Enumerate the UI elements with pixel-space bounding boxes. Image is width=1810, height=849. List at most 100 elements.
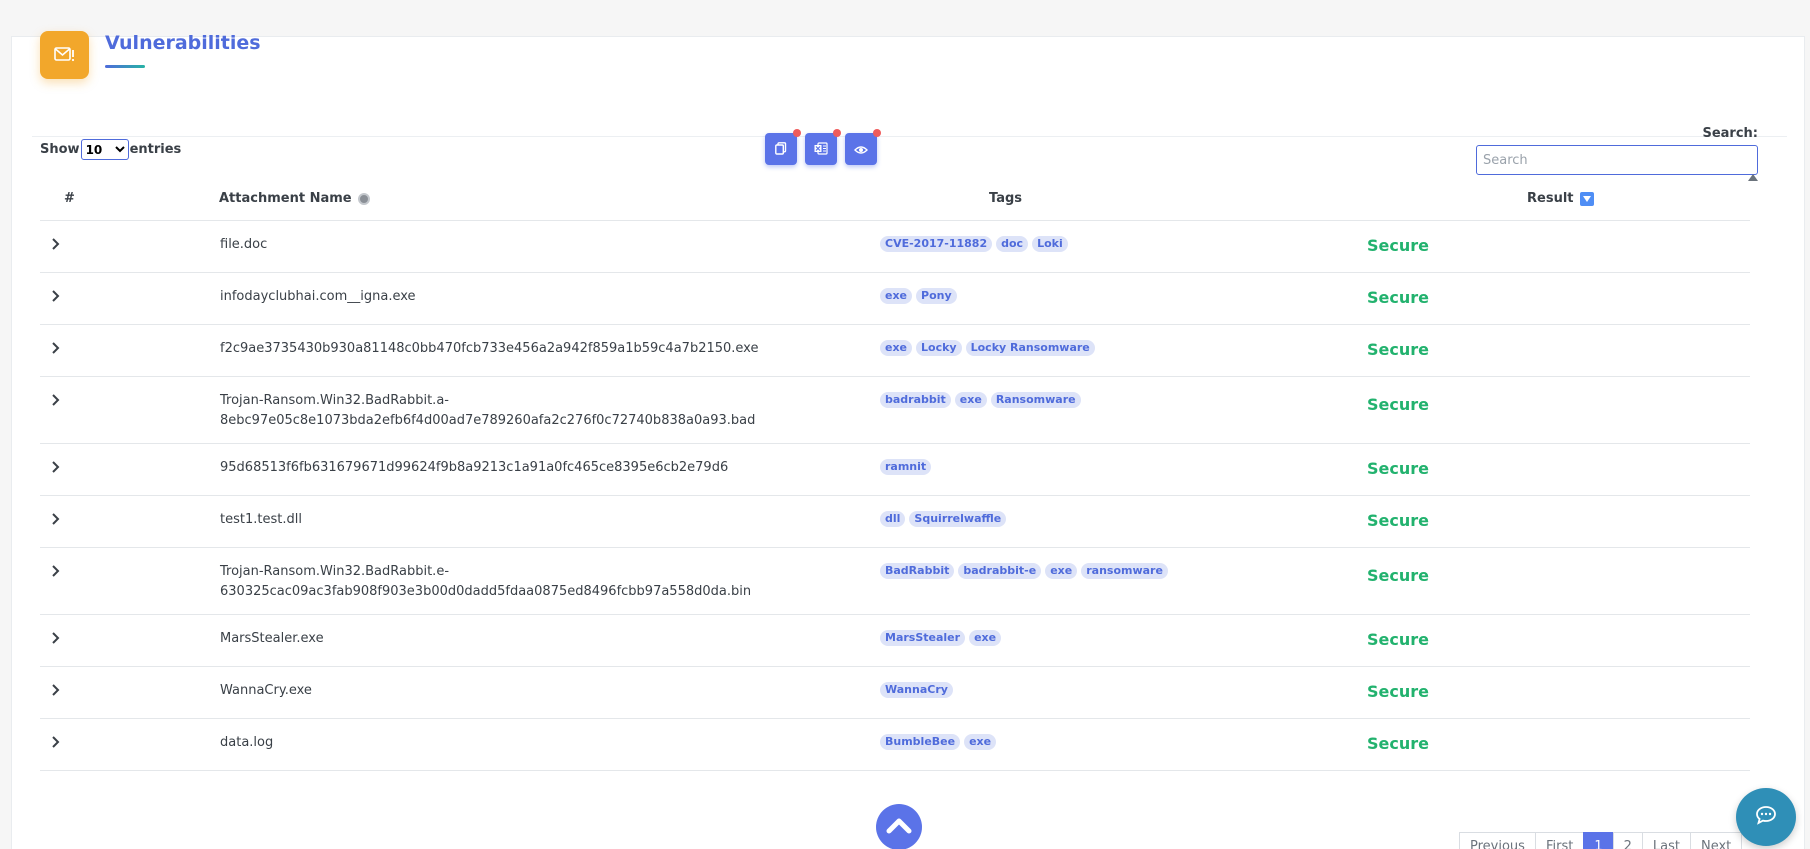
result-status: Secure xyxy=(1367,288,1429,307)
title-underline xyxy=(105,65,145,68)
attachment-name: f2c9ae3735430b930a81148c0bb470fcb733e456… xyxy=(220,339,758,359)
expand-chevron-icon[interactable] xyxy=(51,393,61,411)
card-header xyxy=(32,37,1787,137)
column-header-result[interactable]: Result xyxy=(1527,191,1594,206)
tag-badge[interactable]: ransomware xyxy=(1081,563,1168,579)
tag-badge[interactable]: MarsStealer xyxy=(880,630,966,646)
tag-list: badrabbit exe Ransomware xyxy=(880,392,1081,408)
search-input[interactable] xyxy=(1476,145,1758,175)
sort-arrow-icon[interactable] xyxy=(1748,174,1758,181)
table-header: # Attachment Name Tags Result xyxy=(40,174,1758,221)
column-label: # xyxy=(64,191,75,206)
page-button[interactable]: First xyxy=(1534,832,1585,849)
tag-badge[interactable]: exe xyxy=(880,340,913,356)
attachment-name-line: data.log xyxy=(220,735,274,750)
table-row[interactable]: Trojan-Ransom.Win32.BadRabbit.e- 630325ca… xyxy=(40,548,1750,615)
tag-badge[interactable]: badrabbit-e xyxy=(958,563,1042,579)
scroll-to-top-button[interactable] xyxy=(876,804,922,849)
expand-chevron-icon[interactable] xyxy=(51,341,61,359)
attachment-name: 95d68513f6fb631679671d99624f9b8a9213c1a9… xyxy=(220,458,728,478)
tag-list: ramnit xyxy=(880,459,932,475)
table-row[interactable]: infodayclubhai.com__igna.exe exe Pony Secur… xyxy=(40,273,1750,325)
view-button[interactable] xyxy=(845,129,881,165)
tag-badge[interactable]: BumbleBee xyxy=(880,734,961,750)
tag-badge[interactable]: badrabbit xyxy=(880,392,951,408)
table-row[interactable]: MarsStealer.exe MarsStealer exe Secure xyxy=(40,615,1750,667)
tag-badge[interactable]: Pony xyxy=(916,288,957,304)
tag-badge[interactable]: Locky xyxy=(916,340,962,356)
tag-badge[interactable]: Squirrelwaffle xyxy=(909,511,1007,527)
attachment-name-line: 630325cac09ac3fab908f903e3b00d0dadd5fdaa… xyxy=(220,584,752,599)
attachment-name: infodayclubhai.com__igna.exe xyxy=(220,287,416,307)
chat-icon xyxy=(1755,805,1777,829)
tag-badge[interactable]: exe xyxy=(1045,563,1078,579)
attachment-name: Trojan-Ransom.Win32.BadRabbit.e- 630325ca… xyxy=(220,562,751,602)
expand-chevron-icon[interactable] xyxy=(51,735,61,753)
column-header-attachment-name[interactable]: Attachment Name xyxy=(219,191,370,206)
table-row[interactable]: Trojan-Ransom.Win32.BadRabbit.a- 8ebc97e0… xyxy=(40,377,1750,444)
table-row[interactable]: WannaCry.exe WannaCry Secure xyxy=(40,667,1750,719)
page-button[interactable]: 2 xyxy=(1612,832,1643,849)
expand-chevron-icon[interactable] xyxy=(51,631,61,649)
table-body: file.doc CVE-2017-11882 doc Loki Secure infod… xyxy=(40,221,1750,771)
page-button[interactable]: Previous xyxy=(1459,832,1536,849)
table-row[interactable]: data.log BumbleBee exe Secure xyxy=(40,719,1750,771)
notification-dot xyxy=(873,129,881,137)
expand-chevron-icon[interactable] xyxy=(51,460,61,478)
tag-list: exe Pony xyxy=(880,288,957,304)
tag-list: BumbleBee exe xyxy=(880,734,997,750)
table-row[interactable]: 95d68513f6fb631679671d99624f9b8a9213c1a9… xyxy=(40,444,1750,496)
expand-chevron-icon[interactable] xyxy=(51,564,61,582)
tag-badge[interactable]: exe xyxy=(880,288,913,304)
search-label: Search: xyxy=(1702,126,1758,141)
tag-badge[interactable]: Ransomware xyxy=(990,392,1081,408)
page-button[interactable]: 1 xyxy=(1583,832,1614,849)
tag-badge[interactable]: BadRabbit xyxy=(880,563,955,579)
attachment-name: WannaCry.exe xyxy=(220,681,312,701)
expand-chevron-icon[interactable] xyxy=(51,512,61,530)
attachment-name-line: Trojan-Ransom.Win32.BadRabbit.e- xyxy=(220,564,450,579)
tag-badge[interactable]: exe xyxy=(964,734,997,750)
result-status: Secure xyxy=(1367,566,1429,585)
page-button[interactable]: Last xyxy=(1641,832,1691,849)
notification-dot xyxy=(793,129,801,137)
show-entries: Show 10 entries xyxy=(40,139,181,160)
page-size-select[interactable]: 10 xyxy=(80,139,129,160)
table-row[interactable]: file.doc CVE-2017-11882 doc Loki Secure xyxy=(40,221,1750,273)
attachment-name-line: test1.test.dll xyxy=(220,512,302,527)
tag-badge[interactable]: exe xyxy=(969,630,1002,646)
table-row[interactable]: test1.test.dll dll Squirrelwaffle Secure xyxy=(40,496,1750,548)
export-toolbar xyxy=(765,129,881,165)
tag-badge[interactable]: dll xyxy=(880,511,906,527)
column-label: Tags xyxy=(989,191,1023,206)
expand-chevron-icon[interactable] xyxy=(51,237,61,255)
column-header-tags[interactable]: Tags xyxy=(989,191,1022,206)
tag-badge[interactable]: WannaCry xyxy=(880,682,953,698)
entries-label: entries xyxy=(129,142,182,157)
attachment-name-line: 95d68513f6fb631679671d99624f9b8a9213c1a9… xyxy=(220,460,729,475)
excel-export-button[interactable] xyxy=(805,129,841,165)
copy-button[interactable] xyxy=(765,129,801,165)
pagination: Previous First 1 2 Last Next xyxy=(1459,832,1743,849)
expand-chevron-icon[interactable] xyxy=(51,289,61,307)
chevron-up-icon xyxy=(886,816,912,838)
column-header-index[interactable]: # xyxy=(64,191,75,206)
tag-badge[interactable]: ramnit xyxy=(880,459,932,475)
tag-badge[interactable]: doc xyxy=(996,236,1029,252)
chat-button[interactable] xyxy=(1736,788,1796,846)
tag-badge[interactable]: exe xyxy=(954,392,987,408)
tag-badge[interactable]: Locky Ransomware xyxy=(965,340,1095,356)
page-button[interactable]: Next xyxy=(1689,832,1743,849)
tag-list: MarsStealer exe xyxy=(880,630,1002,646)
filter-icon[interactable] xyxy=(1579,191,1594,206)
column-label: Attachment Name xyxy=(219,191,352,206)
result-status: Secure xyxy=(1367,236,1429,255)
expand-chevron-icon[interactable] xyxy=(51,683,61,701)
attachment-name: file.doc xyxy=(220,235,267,255)
attachment-name-line: WannaCry.exe xyxy=(220,683,312,698)
tag-badge[interactable]: Loki xyxy=(1032,236,1068,252)
table-row[interactable]: f2c9ae3735430b930a81148c0bb470fcb733e456… xyxy=(40,325,1750,377)
info-icon xyxy=(357,192,370,205)
tag-badge[interactable]: CVE-2017-11882 xyxy=(880,236,993,252)
tag-list: CVE-2017-11882 doc Loki xyxy=(880,236,1068,252)
